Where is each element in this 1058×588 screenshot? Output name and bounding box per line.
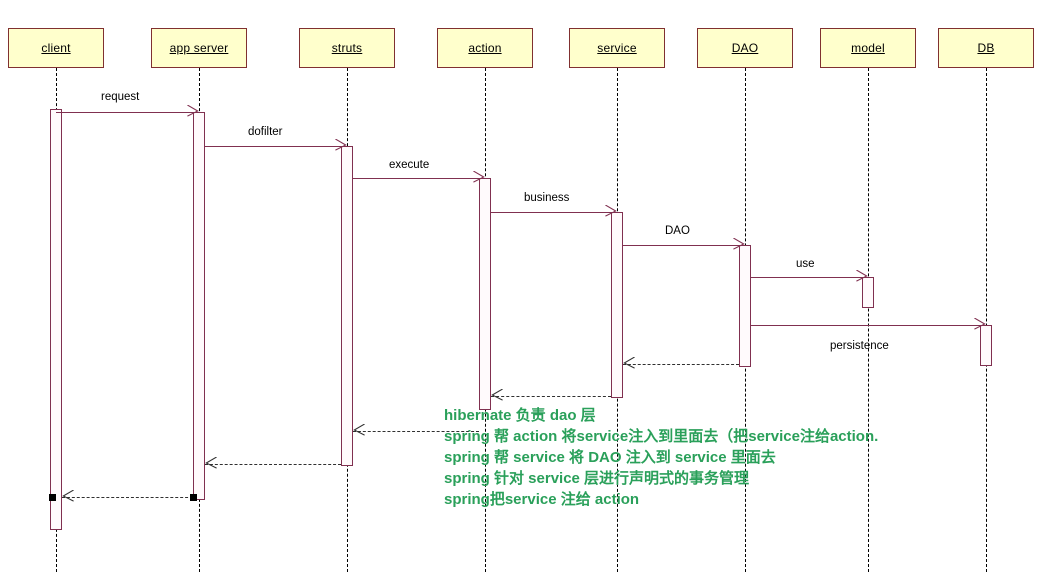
msg-return-action-struts-arrowhead [353,424,365,436]
actor-label-db: DB [977,41,995,55]
term-client [49,494,56,501]
term-app-server [190,494,197,501]
activation-bar-model[interactable] [862,277,874,308]
design-note-line-4: spring 针对 service 层进行声明式的事务管理 [444,470,750,487]
msg-return-dao-service-arrowhead [623,357,635,369]
msg-execute-line[interactable] [353,178,485,179]
msg-business-line[interactable] [491,212,617,213]
design-note-line-5: spring把service 注给 action [444,491,640,508]
activation-bar-action[interactable] [479,178,491,410]
actor-label-service: service [597,41,637,55]
actor-box-db[interactable]: DB [938,28,1034,68]
msg-request-line[interactable] [56,112,199,113]
sequence-diagram-canvas: request dofilter execute business DAO use pers… [0,0,1058,588]
msg-execute-label: execute [389,159,430,171]
design-notes-block: hibernate 负责 dao 层 spring 帮 action 将servi… [444,405,878,510]
msg-dao-line[interactable] [623,245,745,246]
activation-bar-db[interactable] [980,325,992,366]
msg-use-label: use [796,258,815,270]
msg-dao-label: DAO [665,225,690,237]
actor-box-client[interactable]: client [8,28,104,68]
actor-label-action: action [468,41,502,55]
actor-label-app-server: app server [169,41,229,55]
msg-return-dao-service-line[interactable] [623,364,739,365]
design-note-line-3: spring 帮 service 将 DAO 注入到 service 里面去 [444,449,776,466]
activation-bar-client[interactable] [50,109,62,530]
actor-box-app-server[interactable]: app server [151,28,247,68]
msg-business-label: business [524,192,570,204]
actor-label-model: model [851,41,885,55]
activation-bar-app-server[interactable] [193,112,205,500]
msg-dofilter-label: dofilter [248,126,283,138]
msg-return-service-action-arrowhead [491,389,503,401]
msg-dofilter-line[interactable] [205,146,347,147]
msg-persistence-label: persistence [830,340,889,352]
msg-return-app-client-line[interactable] [62,497,193,498]
actor-box-model[interactable]: model [820,28,916,68]
msg-return-service-action-line[interactable] [491,396,611,397]
msg-request-label: request [101,91,140,103]
actor-label-client: client [41,41,71,55]
msg-return-app-client-arrowhead [62,490,74,502]
msg-return-struts-app-line[interactable] [205,464,341,465]
msg-persistence-line[interactable] [751,325,986,326]
actor-label-struts: struts [331,41,363,55]
activation-bar-service[interactable] [611,212,623,398]
activation-bar-struts[interactable] [341,146,353,466]
actor-box-service[interactable]: service [569,28,665,68]
actor-box-struts[interactable]: struts [299,28,395,68]
design-note-line-2: spring 帮 action 将service注入到里面去（把service注… [444,428,879,445]
lifeline-db [986,68,987,572]
msg-return-struts-app-arrowhead [205,457,217,469]
actor-box-dao[interactable]: DAO [697,28,793,68]
design-note-line-1: hibernate 负责 dao 层 [444,407,596,424]
activation-bar-dao[interactable] [739,245,751,367]
actor-box-action[interactable]: action [437,28,533,68]
actor-label-dao: DAO [731,41,759,55]
msg-use-line[interactable] [751,277,868,278]
